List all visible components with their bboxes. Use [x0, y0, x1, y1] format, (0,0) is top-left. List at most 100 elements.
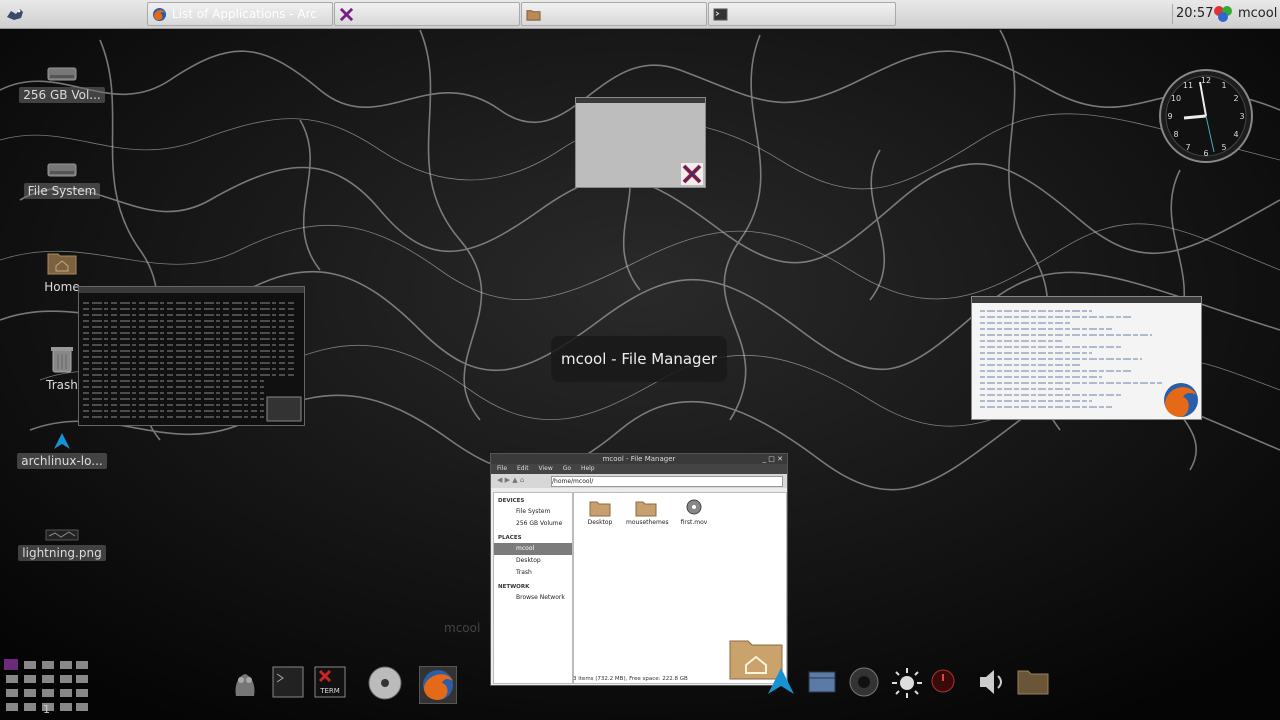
- file-item-desktop[interactable]: Desktop: [580, 499, 620, 526]
- menu-help[interactable]: Help: [581, 465, 595, 472]
- browser-content-preview: [980, 310, 1198, 417]
- folder-icon: [635, 501, 657, 517]
- top-taskbar: List of Applications - Arc 20:57 mcool: [0, 0, 1280, 29]
- xfce-logo-icon[interactable]: [1213, 5, 1233, 23]
- menu-file[interactable]: File: [497, 465, 507, 472]
- disc-icon[interactable]: [368, 666, 402, 700]
- brightness-icon[interactable]: [890, 666, 924, 700]
- xterm-x-icon: [681, 163, 703, 185]
- desktop-icon-archlinux-logo[interactable]: archlinux-lo...: [17, 432, 107, 469]
- window-controls[interactable]: _ □ ✕: [763, 454, 783, 464]
- terminal-content-preview: [83, 302, 302, 422]
- svg-text:4: 4: [1233, 130, 1238, 139]
- desktop-icon-lightning-png[interactable]: lightning.png: [17, 528, 107, 561]
- menu-bar: File Edit View Go Help: [491, 464, 787, 474]
- folder-icon: [589, 501, 611, 517]
- folder-icon: [526, 10, 541, 21]
- thumb-titlebar: [576, 98, 705, 103]
- network-header: NETWORK: [498, 584, 530, 590]
- task-firefox[interactable]: List of Applications - Arc: [147, 2, 333, 26]
- menu-view[interactable]: View: [539, 465, 553, 472]
- svg-text:10: 10: [1171, 94, 1181, 103]
- desktop-icon-label: Trash: [46, 378, 78, 392]
- desktop-icon-256gb-volume[interactable]: 256 GB Vol...: [17, 62, 107, 103]
- file-view: Desktop mousethemes first.mov: [573, 492, 787, 684]
- sidebar-item-desktop[interactable]: Desktop: [494, 555, 572, 567]
- path-field[interactable]: /home/mcool/: [551, 476, 783, 487]
- sidebar-item-trash[interactable]: Trash: [494, 567, 572, 579]
- trash-icon: [51, 347, 73, 373]
- sidebar-item-browse-network[interactable]: Browse Network: [494, 592, 572, 604]
- desktop-icon-file-system[interactable]: File System: [17, 156, 107, 199]
- svg-text:TERM: TERM: [319, 687, 340, 695]
- arch-logo-icon: [54, 433, 70, 449]
- switcher-thumb-xterm[interactable]: [575, 97, 706, 188]
- arch-logo-icon[interactable]: [766, 666, 796, 696]
- nav-arrows-icon[interactable]: ◀ ▶ ▲ ⌂: [497, 476, 524, 484]
- status-bar: 3 items (732.2 MB), Free space: 222.8 GB: [573, 676, 688, 682]
- menu-edit[interactable]: Edit: [517, 465, 529, 472]
- svg-text:9: 9: [1167, 112, 1172, 121]
- svg-text:2: 2: [1233, 94, 1238, 103]
- task-terminal[interactable]: [708, 2, 896, 26]
- desktop-icon-label: 256 GB Vol...: [19, 87, 105, 103]
- svg-text:11: 11: [1183, 81, 1193, 90]
- xterm-icon[interactable]: TERM: [314, 666, 346, 698]
- svg-text:8: 8: [1173, 130, 1178, 139]
- app-menu-icon[interactable]: [4, 3, 26, 25]
- location-toolbar: ◀ ▶ ▲ ⌂ /home/mcool/: [491, 474, 787, 488]
- folder-icon[interactable]: [1016, 666, 1050, 696]
- panel-clock[interactable]: 20:57: [1176, 0, 1213, 28]
- speaker-icon[interactable]: [848, 666, 880, 698]
- video-file-icon: [686, 499, 702, 515]
- file-name: first.mov: [680, 519, 708, 526]
- terminal-icon[interactable]: [272, 666, 304, 698]
- switcher-thumb-terminal[interactable]: [78, 286, 305, 426]
- file-item-first-mov[interactable]: first.mov: [674, 499, 714, 526]
- xterm-x-icon: [339, 7, 354, 22]
- file-name: mousethemes: [626, 519, 669, 526]
- window-titlebar: mcool - File Manager _ □ ✕: [491, 454, 787, 464]
- svg-text:3: 3: [1239, 112, 1244, 121]
- switcher-thumb-file-manager[interactable]: mcool - File Manager _ □ ✕ File Edit Vie…: [490, 453, 788, 686]
- pager-number: 1: [43, 703, 50, 716]
- sidebar: DEVICES File System 256 GB Volume PLACES…: [493, 492, 573, 684]
- image-icon: [45, 529, 79, 541]
- menu-go[interactable]: Go: [563, 465, 571, 472]
- firefox-icon: [152, 7, 167, 22]
- sidebar-item-256gb-volume[interactable]: 256 GB Volume: [494, 518, 572, 530]
- desktop-icon-label: File System: [23, 183, 101, 199]
- tray-separator: [1172, 4, 1173, 24]
- svg-text:6: 6: [1203, 149, 1208, 158]
- svg-text:1: 1: [1221, 81, 1226, 90]
- desktop-icon-label: archlinux-lo...: [17, 453, 107, 469]
- terminal-icon: [713, 8, 728, 21]
- window-title: mcool - File Manager: [602, 455, 676, 463]
- svg-text:12: 12: [1201, 76, 1211, 85]
- task-xterm[interactable]: [334, 2, 520, 26]
- desktop-clock-widget: 1212 345 678 91011: [1159, 69, 1253, 163]
- task-label: List of Applications - Arc: [172, 7, 317, 21]
- package-icon[interactable]: [806, 666, 838, 696]
- task-file-manager[interactable]: [521, 2, 707, 26]
- volume-icon[interactable]: [976, 666, 1006, 698]
- power-icon[interactable]: [930, 668, 956, 694]
- panel-username[interactable]: mcool: [1238, 0, 1277, 28]
- drive-icon: [47, 163, 77, 177]
- file-name: Desktop: [587, 519, 613, 526]
- devices-header: DEVICES: [498, 498, 525, 504]
- ghost-label: mcool: [444, 621, 481, 635]
- svg-text:5: 5: [1221, 143, 1226, 152]
- svg-text:7: 7: [1185, 143, 1190, 152]
- gimp-icon[interactable]: [230, 666, 260, 702]
- desktop-icon-label: lightning.png: [18, 545, 106, 561]
- switcher-thumb-firefox[interactable]: [971, 296, 1202, 420]
- file-item-mousethemes[interactable]: mousethemes: [626, 499, 669, 526]
- drive-icon: [47, 67, 77, 81]
- places-header: PLACES: [498, 535, 522, 541]
- firefox-icon[interactable]: [419, 666, 457, 704]
- switcher-selected-title: mcool - File Manager: [551, 336, 727, 382]
- home-folder-icon: [47, 253, 77, 275]
- sidebar-item-file-system[interactable]: File System: [494, 506, 572, 518]
- sidebar-item-mcool[interactable]: mcool: [494, 543, 572, 555]
